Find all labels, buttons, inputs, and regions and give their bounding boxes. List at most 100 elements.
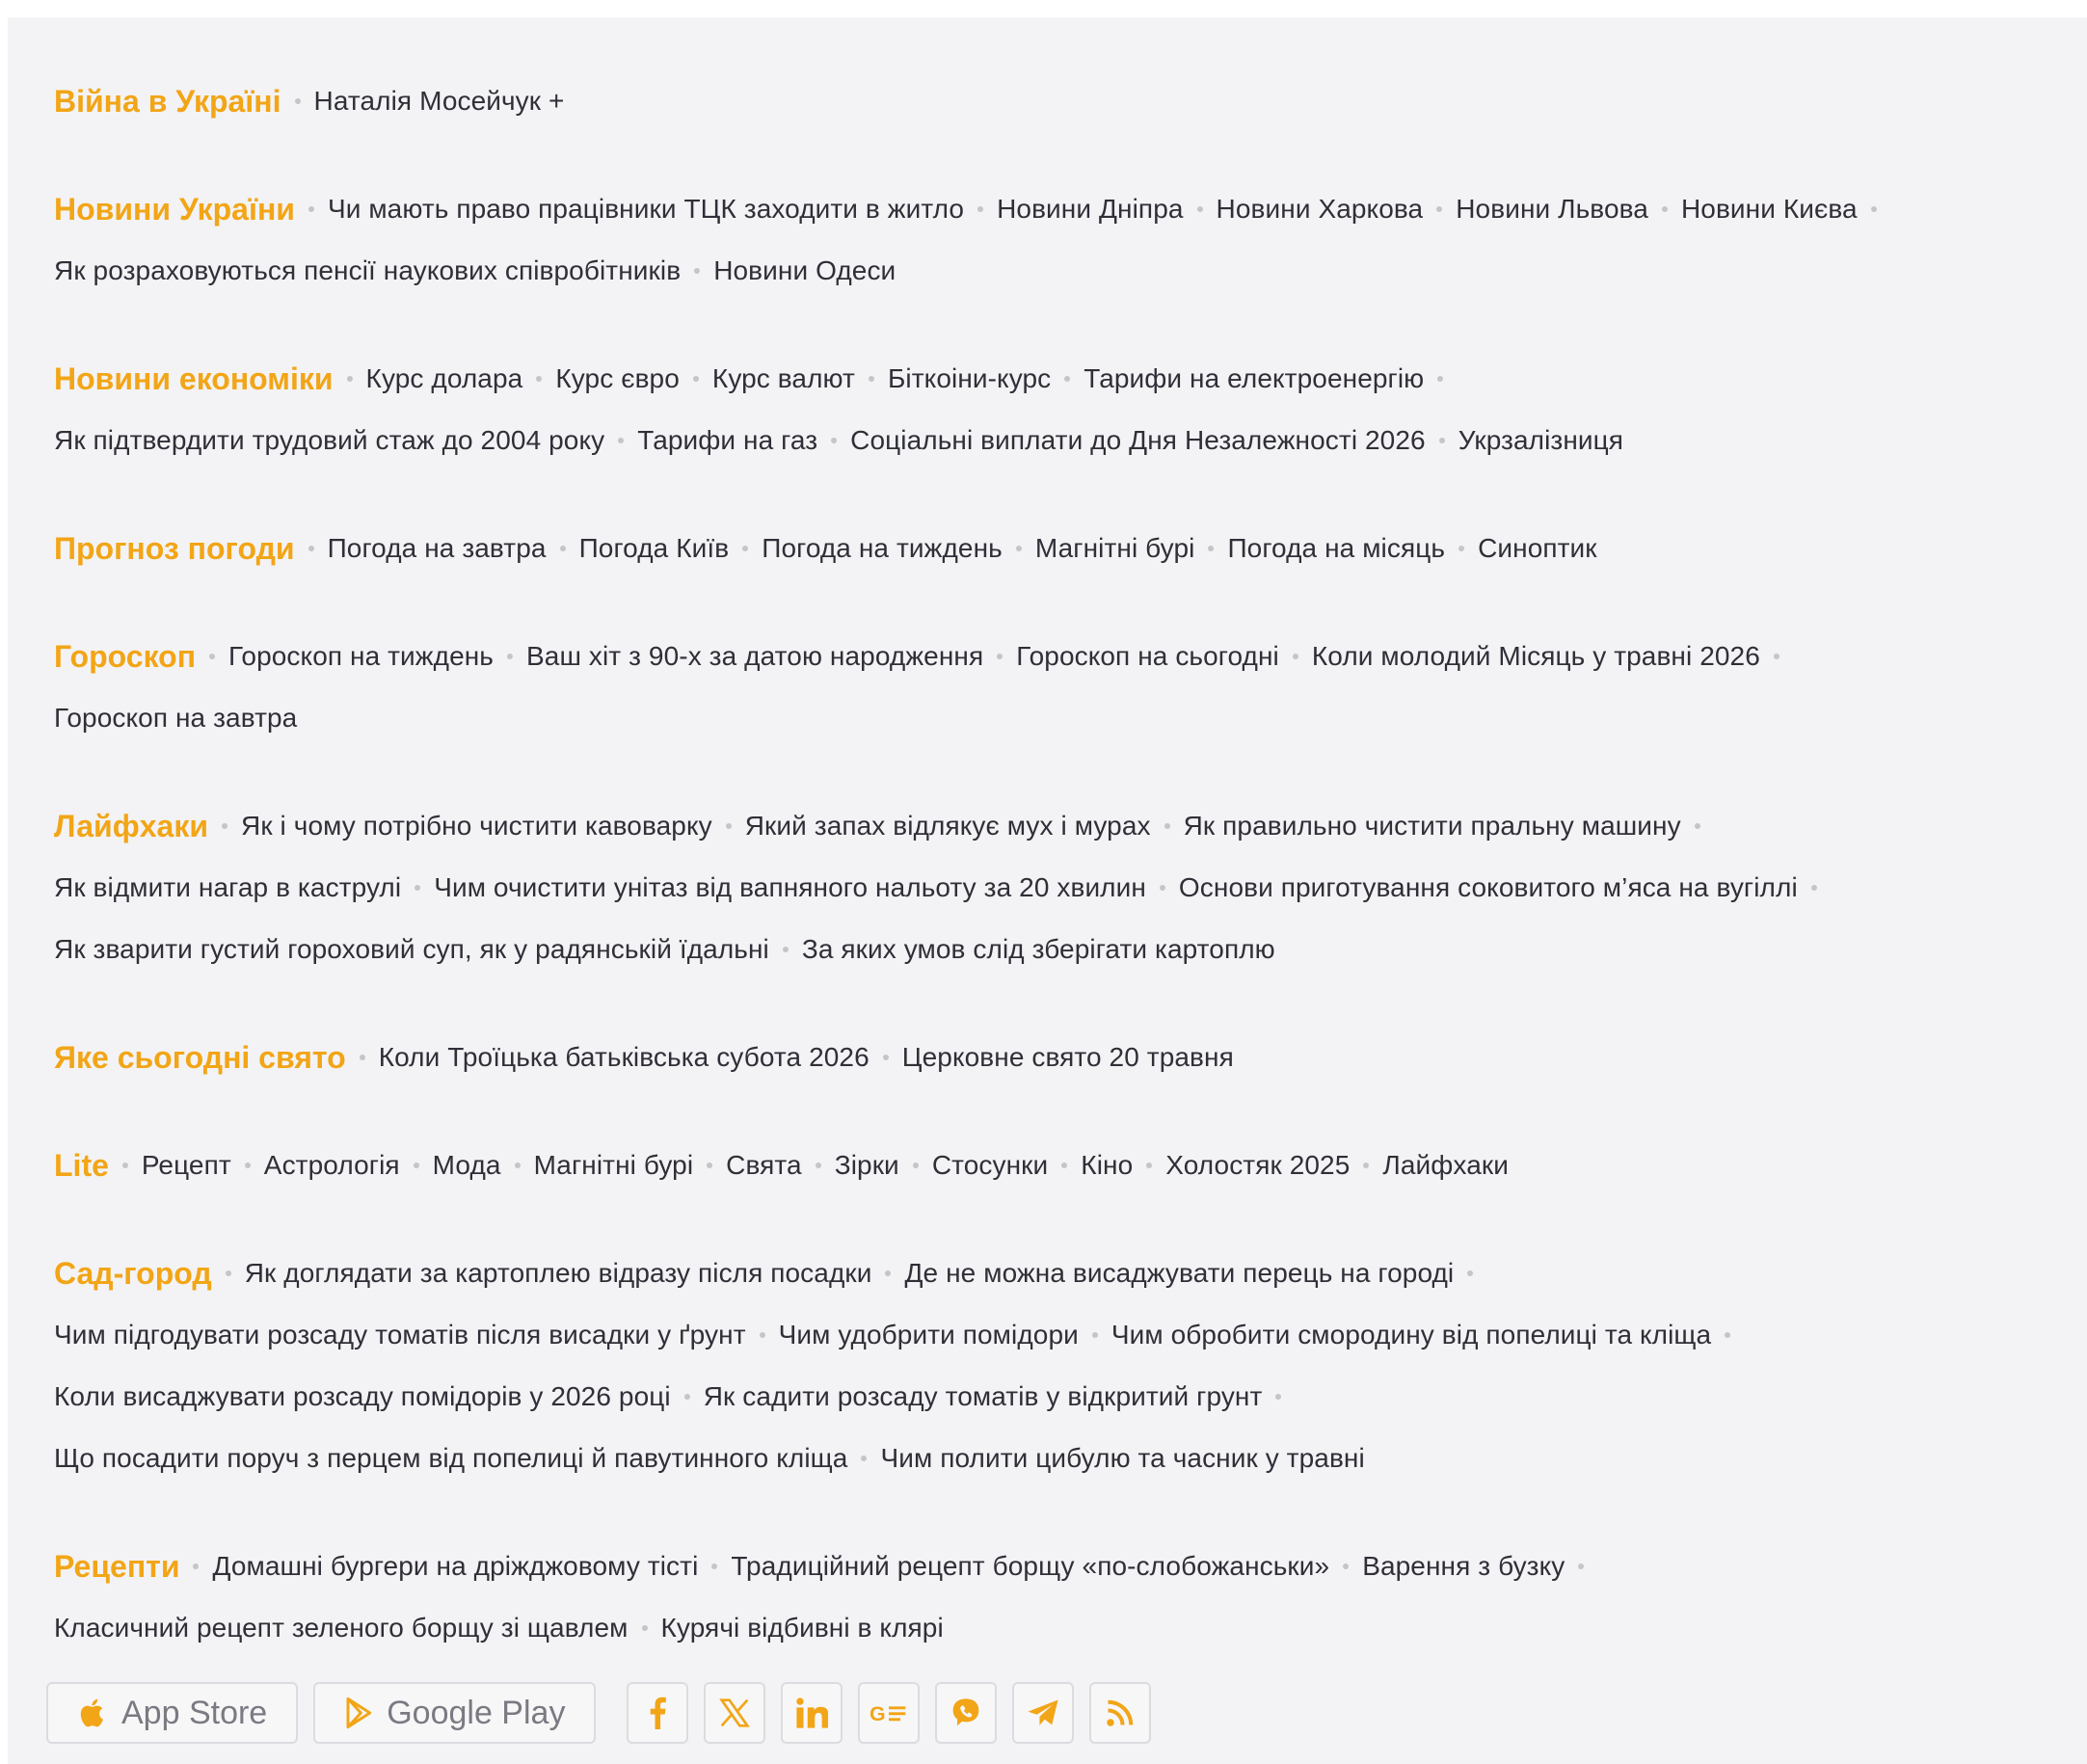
tag-link[interactable]: Як підтвердити трудовий стаж до 2004 рок… <box>54 425 604 456</box>
tag-link[interactable]: Новини Дніпра <box>997 194 1183 225</box>
tag-link[interactable]: Погода на завтра <box>328 533 547 564</box>
separator-dot <box>514 1163 521 1168</box>
tag-link[interactable]: Класичний рецепт зеленого борщу зі щавле… <box>54 1613 629 1644</box>
tag-link[interactable]: Як зварити густий гороховий суп, як у ра… <box>54 934 769 965</box>
section-title-link[interactable]: Гороскоп <box>54 639 196 675</box>
tag-section: Війна в Україні Наталія Мосейчук + <box>54 70 2087 132</box>
tag-link[interactable]: Як відмити нагар в каструлі <box>54 872 401 903</box>
tag-link[interactable]: Холостяк 2025 <box>1165 1150 1350 1181</box>
tag-link[interactable]: Рецепт <box>142 1150 231 1181</box>
section-title-link[interactable]: Яке сьогодні свято <box>54 1040 346 1076</box>
separator-dot <box>641 1625 648 1631</box>
tag-link[interactable]: Магнітні бурі <box>534 1150 694 1181</box>
tag-link[interactable]: Курячі відбивні в клярі <box>661 1613 944 1644</box>
tag-link[interactable]: Синоптик <box>1478 533 1597 564</box>
separator-dot <box>193 1564 200 1569</box>
tag-link[interactable]: Погода на тиждень <box>762 533 1003 564</box>
tag-link[interactable]: Новини Харкова <box>1217 194 1424 225</box>
tag-link[interactable]: Який запах відлякує мух і мурах <box>745 811 1151 842</box>
facebook-button[interactable] <box>627 1682 689 1744</box>
section-title-link[interactable]: Рецепти <box>54 1549 179 1585</box>
tag-link[interactable]: Новини Львова <box>1456 194 1648 225</box>
separator-dot <box>1146 1163 1153 1168</box>
tag-link[interactable]: Погода на місяць <box>1227 533 1445 564</box>
tag-link[interactable]: Коли висаджувати розсаду помідорів у 202… <box>54 1381 671 1412</box>
tag-link[interactable]: Чи мають право працівники ТЦК заходити в… <box>328 194 964 225</box>
tag-link[interactable]: Новини Києва <box>1681 194 1858 225</box>
viber-button[interactable] <box>935 1682 998 1744</box>
tag-link[interactable]: Чим полити цибулю та часник у травні <box>880 1443 1364 1474</box>
tag-link[interactable]: Чим очистити унітаз від вапняного нальот… <box>434 872 1146 903</box>
tag-link[interactable]: Чим обробити смородину від попелиці та к… <box>1111 1320 1711 1350</box>
tag-link[interactable]: Де не можна висаджувати перець на городі <box>904 1258 1454 1289</box>
tag-link[interactable]: Курс валют <box>712 363 855 394</box>
tag-link[interactable]: Чим підгодувати розсаду томатів після ви… <box>54 1320 746 1350</box>
tag-link[interactable]: Магнітні бурі <box>1035 533 1195 564</box>
app-store-button[interactable]: App Store <box>46 1682 299 1744</box>
x-button[interactable] <box>704 1682 766 1744</box>
tag-link[interactable]: Новини Одеси <box>713 255 896 286</box>
separator-dot <box>882 1055 889 1060</box>
google-news-button[interactable]: G <box>858 1682 921 1744</box>
tag-link[interactable]: Коли молодий Місяць у травні 2026 <box>1312 641 1760 672</box>
tag-link[interactable]: Основи приготування соковитого м’яса на … <box>1179 872 1798 903</box>
tag-link[interactable]: Зірки <box>835 1150 899 1181</box>
tag-link[interactable]: Тарифи на електроенергію <box>1084 363 1424 394</box>
separator-dot <box>1363 1163 1370 1168</box>
tag-section: Новини України Чи мають право працівники … <box>54 178 2087 302</box>
tag-link[interactable]: Свята <box>726 1150 802 1181</box>
tag-link[interactable]: Кіно <box>1081 1150 1133 1181</box>
separator-dot <box>209 654 216 659</box>
tag-sections: Війна в Україні Наталія Мосейчук + Новини … <box>54 70 2087 1659</box>
separator-dot <box>308 206 314 212</box>
tag-link[interactable]: Тарифи на газ <box>637 425 817 456</box>
tag-link[interactable]: Гороскоп на завтра <box>54 703 297 734</box>
tag-link[interactable]: Ваш хіт з 90-х за датою народження <box>526 641 983 672</box>
apple-icon <box>80 1698 103 1727</box>
google-play-button[interactable]: Google Play <box>313 1682 597 1744</box>
section-title-link[interactable]: Lite <box>54 1148 109 1184</box>
linkedin-button[interactable] <box>781 1682 843 1744</box>
tag-link[interactable]: Курс долара <box>366 363 523 394</box>
separator-dot <box>1458 546 1465 551</box>
rss-button[interactable] <box>1089 1682 1152 1744</box>
tag-link[interactable]: Погода Київ <box>579 533 730 564</box>
tag-link[interactable]: Як і чому потрібно чистити кавоварку <box>241 811 712 842</box>
tag-link[interactable]: Як садити розсаду томатів у відкритий гр… <box>704 1381 1263 1412</box>
section-title-link[interactable]: Новини економіки <box>54 361 334 397</box>
tag-section: Новини економіки Курс долара Курс євро Курс… <box>54 348 2087 471</box>
tag-link[interactable]: Що посадити поруч з перцем від попелиці … <box>54 1443 847 1474</box>
tag-link[interactable]: Коли Троїцька батьківська субота 2026 <box>379 1042 870 1073</box>
tag-link[interactable]: Лайфхаки <box>1382 1150 1509 1181</box>
section-title-link[interactable]: Сад-город <box>54 1256 212 1292</box>
tag-link[interactable]: Мода <box>433 1150 501 1181</box>
tag-link[interactable]: Астрологія <box>264 1150 400 1181</box>
tag-link[interactable]: Домашні бургери на дріжджовому тісті <box>212 1551 698 1582</box>
tag-link[interactable]: Гороскоп на сьогодні <box>1016 641 1279 672</box>
svg-text:G: G <box>870 1702 886 1725</box>
tag-link[interactable]: Стосунки <box>932 1150 1048 1181</box>
separator-dot <box>868 376 874 382</box>
separator-dot <box>692 376 699 382</box>
tag-link[interactable]: Соціальні виплати до Дня Незалежності 20… <box>850 425 1426 456</box>
telegram-icon <box>1028 1699 1059 1725</box>
separator-dot <box>1343 1564 1350 1569</box>
tag-link[interactable]: За яких умов слід зберігати картоплю <box>802 934 1275 965</box>
tag-link[interactable]: Гороскоп на тиждень <box>228 641 494 672</box>
tag-link[interactable]: Укрзалізниця <box>1458 425 1623 456</box>
tag-link[interactable]: Як правильно чистити пральну машину <box>1184 811 1681 842</box>
tag-link[interactable]: Як розраховуються пенсії наукових співро… <box>54 255 681 286</box>
section-title-link[interactable]: Новини України <box>54 192 295 227</box>
section-title-link[interactable]: Війна в Україні <box>54 84 281 120</box>
section-title-link[interactable]: Прогноз погоди <box>54 531 295 567</box>
tag-link[interactable]: Чим удобрити помідори <box>779 1320 1079 1350</box>
tag-link[interactable]: Традиційний рецепт борщу «по-слобожанськ… <box>731 1551 1329 1582</box>
telegram-button[interactable] <box>1012 1682 1075 1744</box>
tag-link[interactable]: Як доглядати за картоплею відразу після … <box>245 1258 872 1289</box>
tag-link[interactable]: Курс євро <box>555 363 680 394</box>
section-title-link[interactable]: Лайфхаки <box>54 809 208 844</box>
tag-link[interactable]: Біткоіни-курс <box>888 363 1051 394</box>
tag-link[interactable]: Наталія Мосейчук + <box>314 86 565 117</box>
tag-link[interactable]: Варення з бузку <box>1362 1551 1565 1582</box>
tag-link[interactable]: Церковне свято 20 травня <box>902 1042 1234 1073</box>
